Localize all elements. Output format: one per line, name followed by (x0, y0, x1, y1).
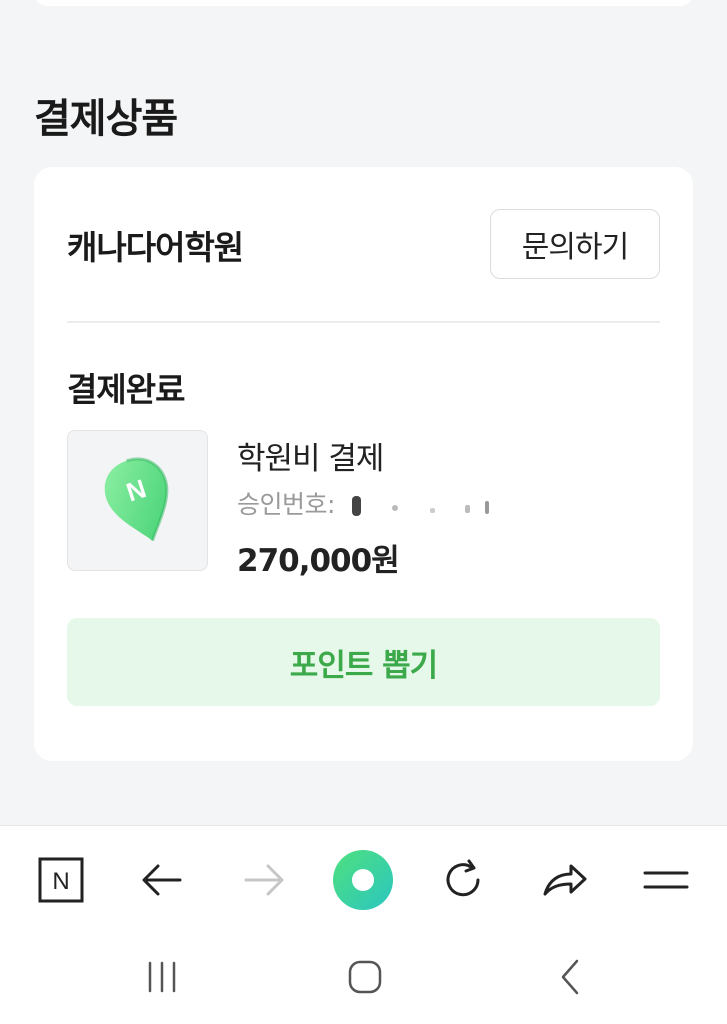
menu-icon[interactable] (638, 852, 694, 908)
naver-home-icon[interactable]: N (33, 852, 89, 908)
green-dot-icon[interactable] (331, 848, 395, 912)
divider (67, 321, 660, 323)
forward-arrow-icon[interactable] (236, 852, 292, 908)
product-title[interactable]: 학원비 결제 (237, 433, 384, 478)
recent-apps-icon[interactable] (132, 949, 192, 1005)
payment-status: 결제완료 (67, 370, 185, 409)
back-arrow-icon[interactable] (134, 852, 190, 908)
inquiry-button[interactable]: 문의하기 (490, 209, 660, 279)
section-title: 결제상품 (34, 96, 178, 142)
approval-label: 승인번호: (237, 490, 335, 519)
approval-number: 승인번호: (237, 485, 500, 521)
product-thumbnail[interactable]: N (67, 430, 208, 571)
naver-pin-icon: N (104, 457, 168, 541)
draw-points-button[interactable]: 포인트 뽑기 (67, 618, 660, 706)
system-navigation-bar (0, 929, 727, 1024)
back-icon[interactable] (540, 949, 600, 1005)
payment-product-card: 캐나다어학원 문의하기 결제완료 N 학원비 결제 승인번호: 270,000원… (34, 167, 693, 761)
refresh-icon[interactable] (435, 852, 491, 908)
previous-card (34, 0, 693, 6)
browser-toolbar: N (0, 825, 727, 929)
masked-approval-number (352, 496, 490, 516)
naver-home-letter: N (52, 868, 69, 895)
store-name[interactable]: 캐나다어학원 (67, 221, 244, 269)
home-icon[interactable] (335, 949, 395, 1005)
share-icon[interactable] (537, 852, 593, 908)
product-price: 270,000원 (237, 543, 400, 579)
